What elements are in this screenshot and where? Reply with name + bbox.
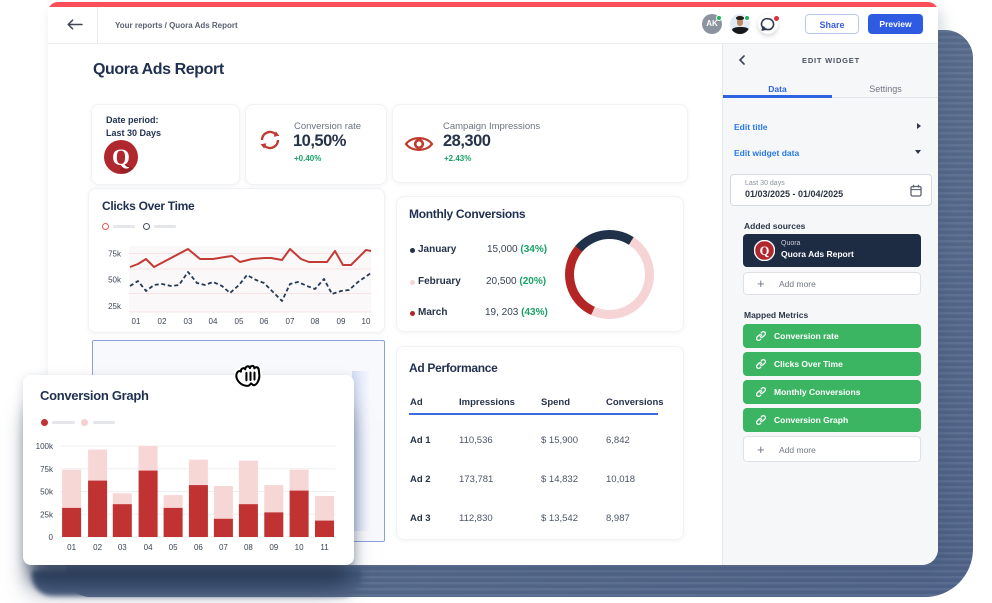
svg-text:75k: 75k bbox=[108, 250, 122, 259]
svg-text:02: 02 bbox=[93, 543, 102, 552]
svg-text:04: 04 bbox=[209, 317, 218, 326]
svg-text:06: 06 bbox=[260, 317, 269, 326]
svg-text:11: 11 bbox=[320, 543, 329, 552]
svg-text:100k: 100k bbox=[36, 442, 54, 451]
svg-text:75k: 75k bbox=[40, 465, 54, 474]
svg-text:09: 09 bbox=[337, 317, 346, 326]
svg-text:09: 09 bbox=[269, 543, 278, 552]
svg-text:50k: 50k bbox=[108, 276, 122, 285]
svg-text:0: 0 bbox=[49, 533, 54, 542]
svg-text:Q: Q bbox=[112, 145, 130, 170]
svg-text:Q: Q bbox=[760, 244, 770, 258]
svg-text:04: 04 bbox=[144, 543, 153, 552]
svg-text:06: 06 bbox=[194, 543, 203, 552]
svg-text:10: 10 bbox=[295, 543, 304, 552]
svg-text:10: 10 bbox=[362, 317, 371, 326]
svg-text:25k: 25k bbox=[108, 302, 122, 311]
svg-text:05: 05 bbox=[235, 317, 244, 326]
svg-text:01: 01 bbox=[132, 317, 141, 326]
svg-text:08: 08 bbox=[244, 543, 253, 552]
svg-text:25k: 25k bbox=[40, 510, 54, 519]
svg-text:03: 03 bbox=[118, 543, 127, 552]
svg-text:03: 03 bbox=[184, 317, 193, 326]
svg-text:50k: 50k bbox=[40, 488, 54, 497]
svg-text:05: 05 bbox=[169, 543, 178, 552]
svg-text:08: 08 bbox=[311, 317, 320, 326]
svg-text:02: 02 bbox=[158, 317, 167, 326]
svg-text:07: 07 bbox=[219, 543, 228, 552]
svg-text:07: 07 bbox=[286, 317, 295, 326]
svg-text:01: 01 bbox=[67, 543, 76, 552]
